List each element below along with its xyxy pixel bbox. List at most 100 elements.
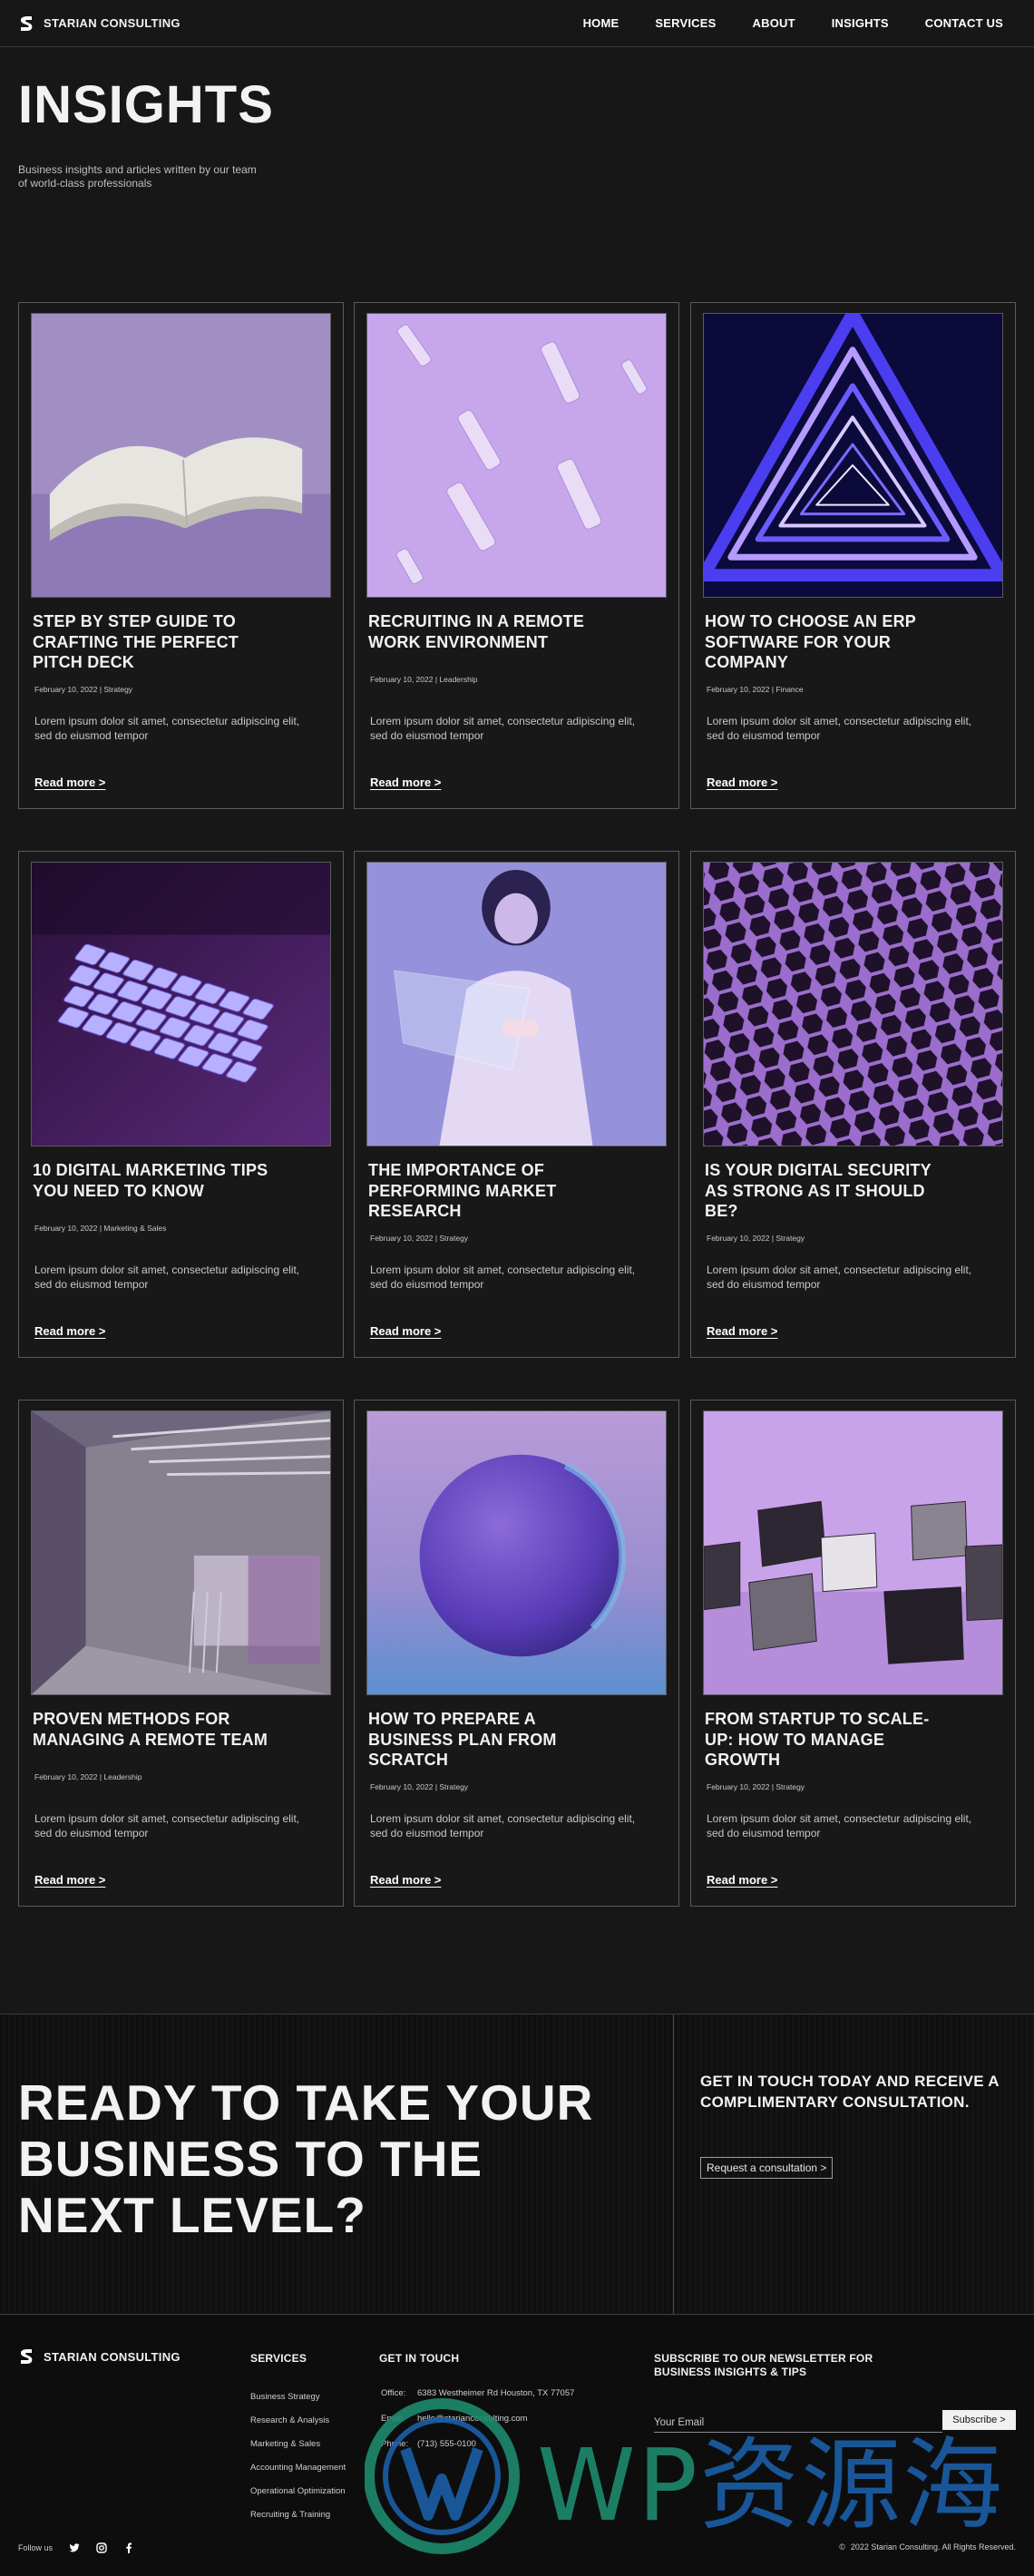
read-more-link[interactable]: Read more > (34, 1873, 105, 1887)
footer-brand[interactable]: STARIAN CONSULTING (18, 2348, 180, 2365)
nav-insights[interactable]: INSIGHTS (832, 16, 889, 30)
article-image-woman-glass-panel[interactable] (366, 862, 667, 1147)
article-image-open-book[interactable] (31, 313, 331, 598)
article-meta: February 10, 2022 | Strategy (370, 1234, 469, 1243)
cta-title: READY TO TAKE YOUR BUSINESS TO THE NEXT … (18, 2074, 594, 2243)
article-excerpt: Lorem ipsum dolor sit amet, consectetur … (370, 715, 636, 742)
article-image-stone-cubes[interactable] (703, 1410, 1003, 1695)
facebook-icon[interactable] (123, 2542, 134, 2553)
request-consultation-button[interactable]: Request a consultation > (700, 2157, 834, 2179)
cta-section: READY TO TAKE YOUR BUSINESS TO THE NEXT … (0, 2014, 1034, 2315)
article-card[interactable]: HOW TO CHOOSE AN ERP SOFTWARE FOR YOUR C… (690, 302, 1016, 809)
article-title[interactable]: IS YOUR DIGITAL SECURITY AS STRONG AS IT… (705, 1160, 950, 1222)
footer-contact: Office: 6383 Westheimer Rd Houston, TX 77… (381, 2388, 574, 2464)
footer-service-link[interactable]: Marketing & Sales (250, 2439, 346, 2463)
article-meta: February 10, 2022 | Strategy (707, 1782, 805, 1791)
article-title[interactable]: RECRUITING IN A REMOTE WORK ENVIRONMENT (368, 611, 613, 652)
read-more-link[interactable]: Read more > (707, 1873, 777, 1887)
article-excerpt: Lorem ipsum dolor sit amet, consectetur … (34, 1812, 300, 1839)
article-meta: February 10, 2022 | Finance (707, 685, 804, 694)
article-card[interactable]: STEP BY STEP GUIDE TO CRAFTING THE PERFE… (18, 302, 344, 809)
article-image-office-room[interactable] (31, 1410, 331, 1695)
article-card[interactable]: PROVEN METHODS FOR MANAGING A REMOTE TEA… (18, 1400, 344, 1907)
nav-home[interactable]: HOME (583, 16, 619, 30)
read-more-link[interactable]: Read more > (34, 776, 105, 789)
follow-us: Follow us (18, 2542, 134, 2553)
read-more-link[interactable]: Read more > (34, 1324, 105, 1338)
article-card[interactable]: HOW TO PREPARE A BUSINESS PLAN FROM SCRA… (354, 1400, 679, 1907)
article-excerpt: Lorem ipsum dolor sit amet, consectetur … (370, 1812, 636, 1839)
footer-service-link[interactable]: Accounting Management (250, 2463, 346, 2486)
footer-service-link[interactable]: Research & Analysis (250, 2415, 346, 2439)
footer-service-link[interactable]: Operational Optimization (250, 2486, 346, 2510)
article-title[interactable]: HOW TO PREPARE A BUSINESS PLAN FROM SCRA… (368, 1709, 613, 1771)
subscribe-button[interactable]: Subscribe > (942, 2410, 1016, 2430)
read-more-link[interactable]: Read more > (370, 1873, 441, 1887)
article-meta: February 10, 2022 | Leadership (34, 1772, 142, 1781)
article-excerpt: Lorem ipsum dolor sit amet, consectetur … (707, 1264, 972, 1291)
nav-contact-us[interactable]: CONTACT US (925, 16, 1003, 30)
newsletter-title: SUBSCRIBE TO OUR NEWSLETTER FOR BUSINESS… (654, 2352, 873, 2378)
article-card[interactable]: THE IMPORTANCE OF PERFORMING MARKET RESE… (354, 851, 679, 1358)
article-title[interactable]: PROVEN METHODS FOR MANAGING A REMOTE TEA… (33, 1709, 278, 1750)
article-image-glass-sphere[interactable] (366, 1410, 667, 1695)
page-subtitle: Business insights and articles written b… (18, 163, 257, 190)
article-excerpt: Lorem ipsum dolor sit amet, consectetur … (707, 715, 972, 742)
article-excerpt: Lorem ipsum dolor sit amet, consectetur … (370, 1264, 636, 1291)
article-meta: February 10, 2022 | Strategy (707, 1234, 805, 1243)
article-excerpt: Lorem ipsum dolor sit amet, consectetur … (707, 1812, 972, 1839)
article-meta: February 10, 2022 | Leadership (370, 675, 478, 684)
phone-label: Phone: (381, 2439, 409, 2449)
logo-icon (18, 15, 34, 32)
logo-icon (18, 2348, 34, 2365)
article-title[interactable]: 10 DIGITAL MARKETING TIPS YOU NEED TO KN… (33, 1160, 278, 1201)
article-meta: February 10, 2022 | Strategy (370, 1782, 469, 1791)
office-address: 6383 Westheimer Rd Houston, TX 77057 (417, 2388, 575, 2398)
article-card[interactable]: RECRUITING IN A REMOTE WORK ENVIRONMENT … (354, 302, 679, 809)
article-title[interactable]: THE IMPORTANCE OF PERFORMING MARKET RESE… (368, 1160, 613, 1222)
article-card[interactable]: 10 DIGITAL MARKETING TIPS YOU NEED TO KN… (18, 851, 344, 1358)
brand[interactable]: STARIAN CONSULTING (18, 15, 180, 32)
read-more-link[interactable]: Read more > (707, 776, 777, 789)
office-label: Office: (381, 2388, 406, 2398)
email-label: Email: (381, 2414, 405, 2424)
main-nav: HOME SERVICES ABOUT INSIGHTS CONTACT US (583, 16, 1003, 30)
article-image-hex-mesh[interactable] (703, 862, 1003, 1147)
footer-brand-name: STARIAN CONSULTING (44, 2349, 180, 2364)
read-more-link[interactable]: Read more > (370, 776, 441, 789)
twitter-icon[interactable] (69, 2542, 80, 2553)
newsletter-email-input[interactable] (654, 2413, 942, 2433)
cta-divider (673, 2015, 674, 2314)
article-image-neon-tunnel[interactable] (703, 313, 1003, 598)
instagram-icon[interactable] (96, 2542, 107, 2553)
read-more-link[interactable]: Read more > (707, 1324, 777, 1338)
article-title[interactable]: HOW TO CHOOSE AN ERP SOFTWARE FOR YOUR C… (705, 611, 950, 673)
article-meta: February 10, 2022 | Marketing & Sales (34, 1224, 167, 1233)
top-bar: STARIAN CONSULTING HOME SERVICES ABOUT I… (0, 0, 1034, 47)
article-image-vials[interactable] (366, 313, 667, 598)
brand-name: STARIAN CONSULTING (44, 16, 180, 30)
footer-contact-title: GET IN TOUCH (379, 2352, 460, 2365)
footer-service-link[interactable]: Business Strategy (250, 2392, 346, 2415)
nav-about[interactable]: ABOUT (753, 16, 795, 30)
article-meta: February 10, 2022 | Strategy (34, 685, 133, 694)
copyright: © 2022 Starian Consulting. All Rights Re… (839, 2542, 1016, 2552)
article-title[interactable]: FROM STARTUP TO SCALE-UP: HOW TO MANAGE … (705, 1709, 950, 1771)
article-card[interactable]: FROM STARTUP TO SCALE-UP: HOW TO MANAGE … (690, 1400, 1016, 1907)
article-title[interactable]: STEP BY STEP GUIDE TO CRAFTING THE PERFE… (33, 611, 278, 673)
follow-label: Follow us (18, 2543, 54, 2552)
copyright-symbol: © (839, 2542, 845, 2552)
nav-services[interactable]: SERVICES (655, 16, 716, 30)
article-image-keyboard[interactable] (31, 862, 331, 1147)
footer-services-list: Business Strategy Research & Analysis Ma… (250, 2392, 346, 2533)
page-title: INSIGHTS (18, 75, 274, 134)
phone-number[interactable]: (713) 555-0100 (417, 2439, 476, 2449)
article-card[interactable]: IS YOUR DIGITAL SECURITY AS STRONG AS IT… (690, 851, 1016, 1358)
copyright-text: 2022 Starian Consulting. All Rights Rese… (850, 2542, 1016, 2552)
article-excerpt: Lorem ipsum dolor sit amet, consectetur … (34, 1264, 300, 1291)
footer-service-link[interactable]: Recruiting & Training (250, 2510, 346, 2533)
email-address[interactable]: hello@starianconsulting.com (417, 2414, 528, 2424)
cta-side-text: GET IN TOUCH TODAY AND RECEIVE A COMPLIM… (700, 2073, 1000, 2111)
read-more-link[interactable]: Read more > (370, 1324, 441, 1338)
footer-services-title: SERVICES (250, 2352, 307, 2365)
